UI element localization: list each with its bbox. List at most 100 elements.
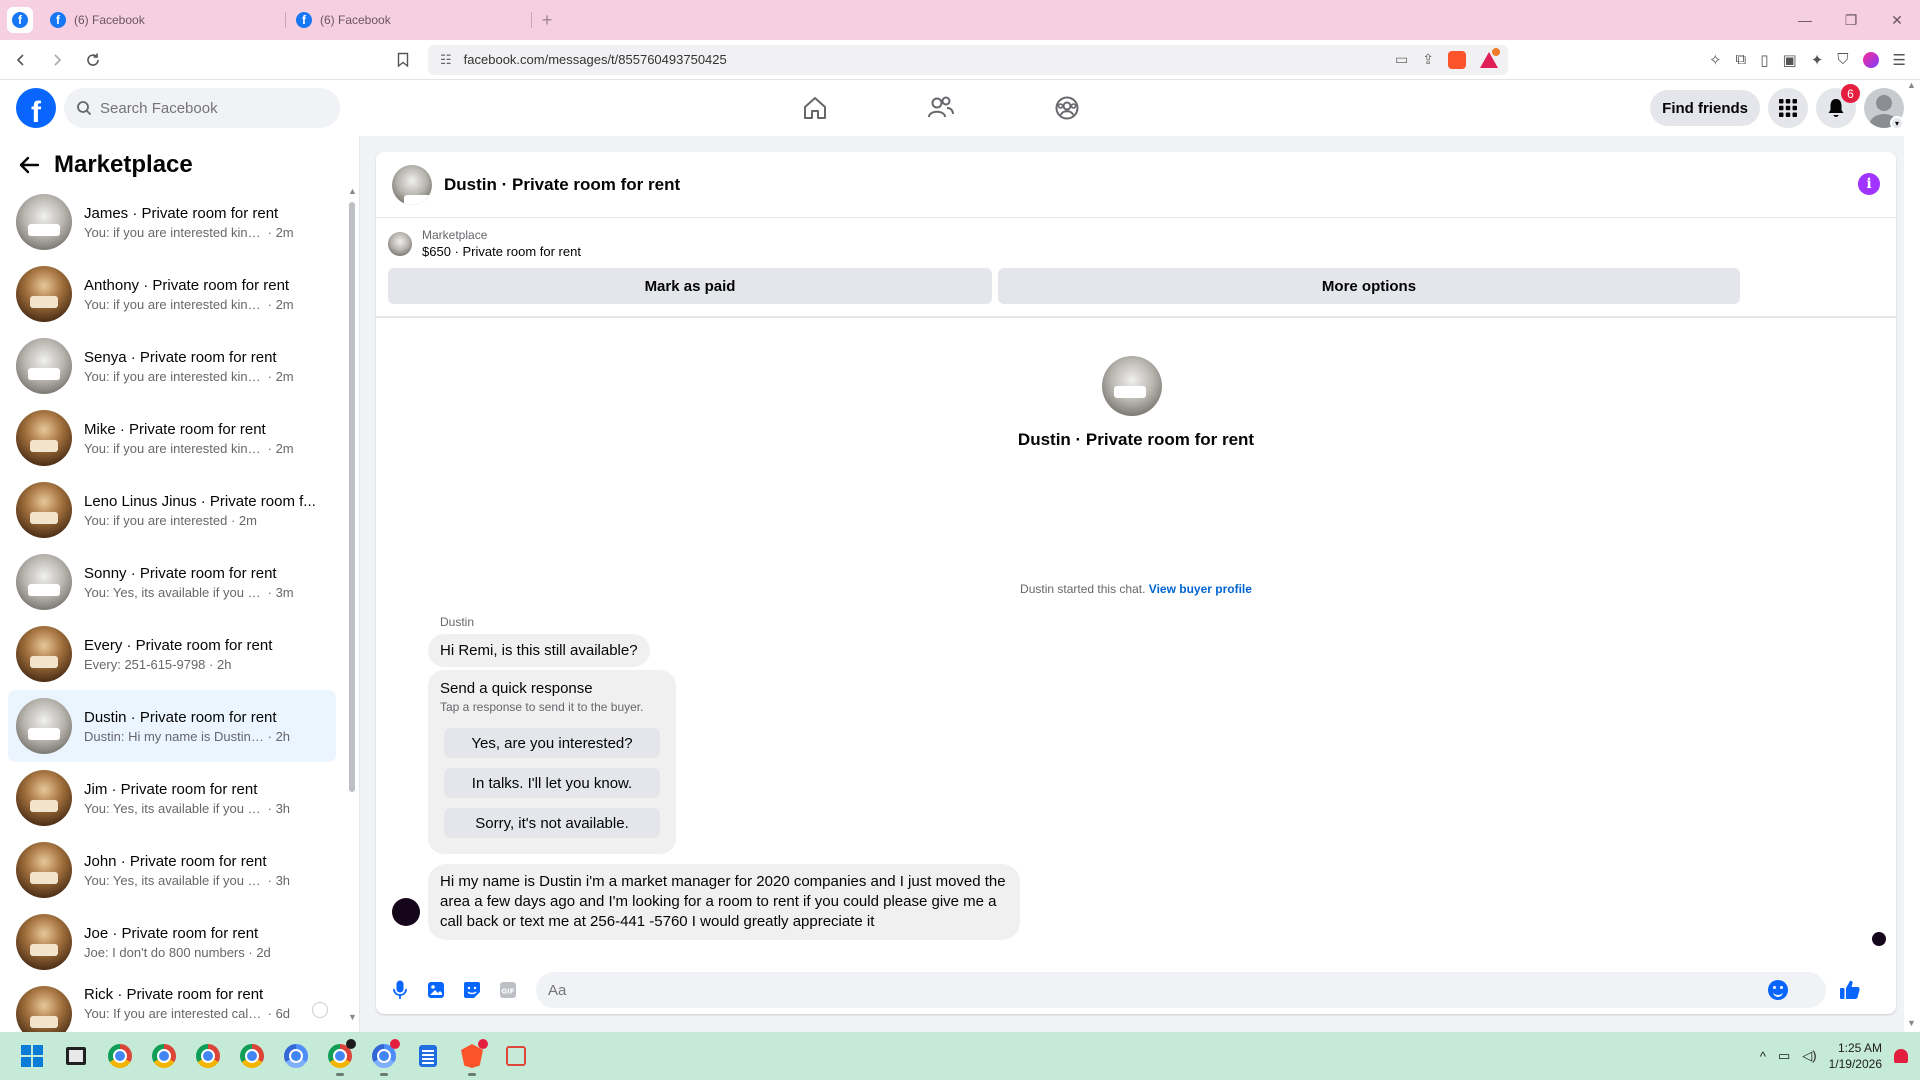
menu-grid-button[interactable] [1768,88,1808,128]
leo-ai-icon[interactable] [1862,51,1879,68]
notifications-button[interactable]: 6 [1816,84,1860,128]
tab-search-button[interactable]: f [0,0,40,40]
extensions-icon[interactable]: ✧ [1709,51,1722,69]
conversation-snippet: You: Yes, its available if you are inte.… [84,800,264,816]
attach-photo-button[interactable] [418,972,454,1008]
new-tab-plus-icon[interactable]: + [532,10,562,31]
scroll-up-arrow-icon[interactable]: ▲ [1907,80,1916,90]
network-icon[interactable]: ▭ [1778,1048,1790,1064]
taskbar-chrome-4[interactable] [230,1034,274,1078]
browser-tab-1[interactable]: f (6) Facebook [40,0,286,40]
screenshot-icon[interactable]: ⧉ [1736,51,1747,68]
conversation-item[interactable]: James · Private room for rent You: if yo… [8,186,336,258]
taskbar-chrome-6[interactable] [318,1034,362,1078]
sticker-button[interactable] [454,972,490,1008]
quick-response-not-available-button[interactable]: Sorry, it's not available. [444,808,660,838]
conversation-item[interactable]: Sonny · Private room for rent You: Yes, … [8,546,336,618]
restore-icon[interactable]: ❐ [1828,0,1874,40]
view-buyer-profile-link[interactable]: View buyer profile [1149,582,1252,596]
info-icon[interactable]: i [1858,173,1880,195]
conversation-item[interactable]: Rick · Private room for rent You: If you… [8,978,336,1034]
taskbar-chrome-1[interactable] [98,1034,142,1078]
message-input-container[interactable] [536,972,1826,1008]
browser-tab-2[interactable]: f (6) Facebook [286,0,532,40]
conversation-item[interactable]: Senya · Private room for rent You: if yo… [8,330,336,402]
home-nav-button[interactable] [752,80,878,136]
app-root: f f (6) Facebook f (6) Facebook + — ❐ ✕ [0,0,1920,1080]
share-icon[interactable]: ⇪ [1422,51,1434,68]
listing-thumbnail [16,914,72,970]
quick-response-yes-button[interactable]: Yes, are you interested? [444,728,660,758]
site-settings-icon[interactable]: ☷ [440,52,452,68]
gif-button[interactable]: GIF [490,972,526,1008]
friends-nav-button[interactable] [878,80,1004,136]
system-clock[interactable]: 1:25 AM 1/19/2026 [1829,1040,1882,1072]
conversation-time: 2h [275,728,291,744]
thumbs-up-icon [1840,980,1860,999]
reload-icon[interactable] [78,45,108,75]
page-scrollbar[interactable]: ▲ ▼ [1904,80,1920,1032]
taskbar-chrome-2[interactable] [142,1034,186,1078]
chevron-down-icon[interactable]: ▾ [1890,116,1904,130]
conversation-item-active[interactable]: Dustin · Private room for rent Dustin: H… [8,690,336,762]
more-options-button[interactable]: More options [998,268,1740,304]
start-button[interactable] [10,1034,54,1078]
minimize-icon[interactable]: — [1782,0,1828,40]
chat-avatar[interactable] [392,164,432,205]
notification-bell-icon[interactable] [1894,1049,1908,1063]
quick-response-in-talks-button[interactable]: In talks. I'll let you know. [444,768,660,798]
conversation-item[interactable]: Anthony · Private room for rent You: if … [8,258,336,330]
menu-icon[interactable]: ☰ [1893,51,1906,69]
scroll-up-arrow-icon[interactable]: ▲ [348,186,357,196]
sidebar-scrollbar[interactable]: ▲ ▼ [348,186,357,1024]
facebook-search[interactable] [64,88,340,128]
conversation-item[interactable]: John · Private room for rent You: Yes, i… [8,834,336,906]
scroll-down-arrow-icon[interactable]: ▼ [1907,1018,1916,1028]
conversation-snippet: You: If you are interested call me... [84,1006,264,1021]
scrollbar-thumb[interactable] [349,202,355,792]
sender-avatar[interactable] [392,898,420,926]
taskbar-chrome-7[interactable] [362,1034,406,1078]
close-window-icon[interactable]: ✕ [1874,0,1920,40]
emoji-icon[interactable] [1768,980,1788,1000]
chat-title[interactable]: Dustin · Private room for rent [444,175,680,195]
sidebar-toggle-icon[interactable]: ▯ [1760,51,1768,69]
started-text: Dustin started this chat. [1020,582,1146,596]
taskbar-notepad[interactable] [406,1034,450,1078]
taskbar-file-explorer[interactable] [54,1034,98,1078]
back-arrow-icon[interactable] [18,154,40,176]
facebook-logo[interactable]: f [16,88,56,128]
back-arrow-icon[interactable] [6,45,36,75]
forward-arrow-icon[interactable] [42,45,72,75]
search-input[interactable] [100,99,300,117]
bookmark-icon[interactable] [388,45,418,75]
taskbar-brave[interactable] [450,1034,494,1078]
like-button[interactable] [1832,972,1868,1008]
brave-rewards-icon[interactable] [1480,47,1500,68]
taskbar-chrome-5[interactable] [274,1034,318,1078]
find-friends-button[interactable]: Find friends [1650,90,1760,126]
groups-nav-button[interactable] [1004,80,1130,136]
conversation-time: 3h [275,872,291,888]
message-input[interactable] [548,981,1768,999]
volume-icon[interactable]: ◁) [1802,1048,1816,1064]
cast-icon[interactable]: ▭ [1395,51,1408,68]
conversation-item[interactable]: Joe · Private room for rent Joe: I don't… [8,906,336,978]
scroll-down-arrow-icon[interactable]: ▼ [348,1012,357,1022]
conversation-item[interactable]: Every · Private room for rent Every: 251… [8,618,336,690]
conversation-item[interactable]: Jim · Private room for rent You: Yes, it… [8,762,336,834]
chevron-up-icon[interactable]: ^ [1760,1049,1766,1064]
brave-shields-icon[interactable] [1448,50,1466,69]
address-bar[interactable]: ☷ facebook.com/messages/t/85576049375042… [428,44,1508,75]
listing-summary[interactable]: Marketplace $650 · Private room for rent [388,228,581,259]
conversation-item[interactable]: Leno Linus Jinus · Private room f... You… [8,474,336,546]
wallet-icon[interactable]: ▣ [1783,51,1797,69]
vpn-shield-icon[interactable]: ⛉ [1837,51,1848,68]
voice-clip-button[interactable] [382,972,418,1008]
buyer-avatar[interactable] [1102,356,1162,416]
taskbar-chrome-3[interactable] [186,1034,230,1078]
ai-sparkle-icon[interactable]: ✦ [1811,51,1824,69]
taskbar-snipping-tool[interactable] [494,1034,538,1078]
conversation-item[interactable]: Mike · Private room for rent You: if you… [8,402,336,474]
mark-as-paid-button[interactable]: Mark as paid [388,268,992,304]
